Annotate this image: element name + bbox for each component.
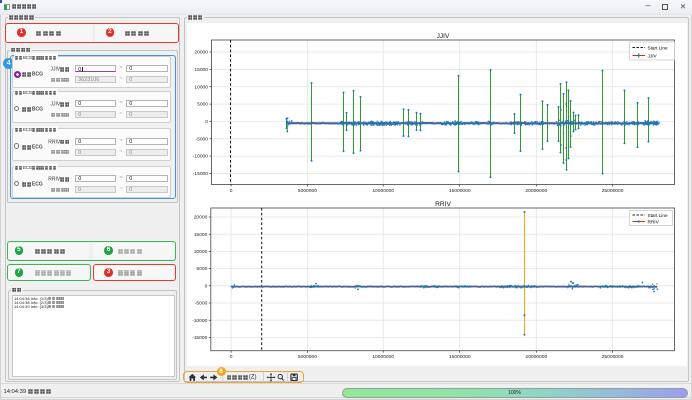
svg-text:15000: 15000 [194, 67, 208, 73]
svg-text:5000: 5000 [196, 266, 207, 272]
svg-text:10000: 10000 [194, 84, 208, 90]
svg-text:25000000: 25000000 [602, 188, 624, 194]
svg-text:-5000: -5000 [195, 136, 208, 142]
svg-text:10000000: 10000000 [372, 354, 394, 360]
svg-text:0: 0 [205, 283, 208, 289]
svg-text:Start Line: Start Line [648, 45, 668, 50]
svg-text:-15000: -15000 [193, 171, 209, 177]
svg-text:10000: 10000 [194, 249, 208, 255]
svg-text:20000: 20000 [194, 215, 208, 221]
svg-text:5000: 5000 [197, 102, 208, 108]
svg-text:JJIV: JJIV [437, 33, 450, 40]
svg-text:Start Line: Start Line [648, 213, 668, 218]
svg-text:25000000: 25000000 [602, 354, 624, 360]
svg-text:0: 0 [230, 188, 233, 194]
svg-text:20000: 20000 [194, 50, 208, 56]
svg-text:5000000: 5000000 [298, 188, 317, 194]
svg-text:0: 0 [230, 354, 233, 360]
svg-text:15000000: 15000000 [449, 188, 471, 194]
svg-text:20000000: 20000000 [525, 354, 547, 360]
svg-text:-15000: -15000 [192, 335, 208, 341]
svg-text:-10000: -10000 [193, 154, 209, 160]
svg-text:10000000: 10000000 [372, 188, 394, 194]
svg-text:-5000: -5000 [195, 301, 208, 307]
svg-text:15000: 15000 [194, 232, 208, 238]
svg-text:5000000: 5000000 [298, 354, 317, 360]
svg-text:JJIV: JJIV [648, 53, 658, 58]
svg-text:0: 0 [205, 119, 208, 125]
svg-text:RRIV: RRIV [648, 219, 660, 224]
svg-text:RRIV: RRIV [435, 201, 451, 208]
svg-text:15000000: 15000000 [449, 354, 471, 360]
svg-text:20000000: 20000000 [525, 188, 547, 194]
svg-text:-10000: -10000 [192, 318, 208, 324]
